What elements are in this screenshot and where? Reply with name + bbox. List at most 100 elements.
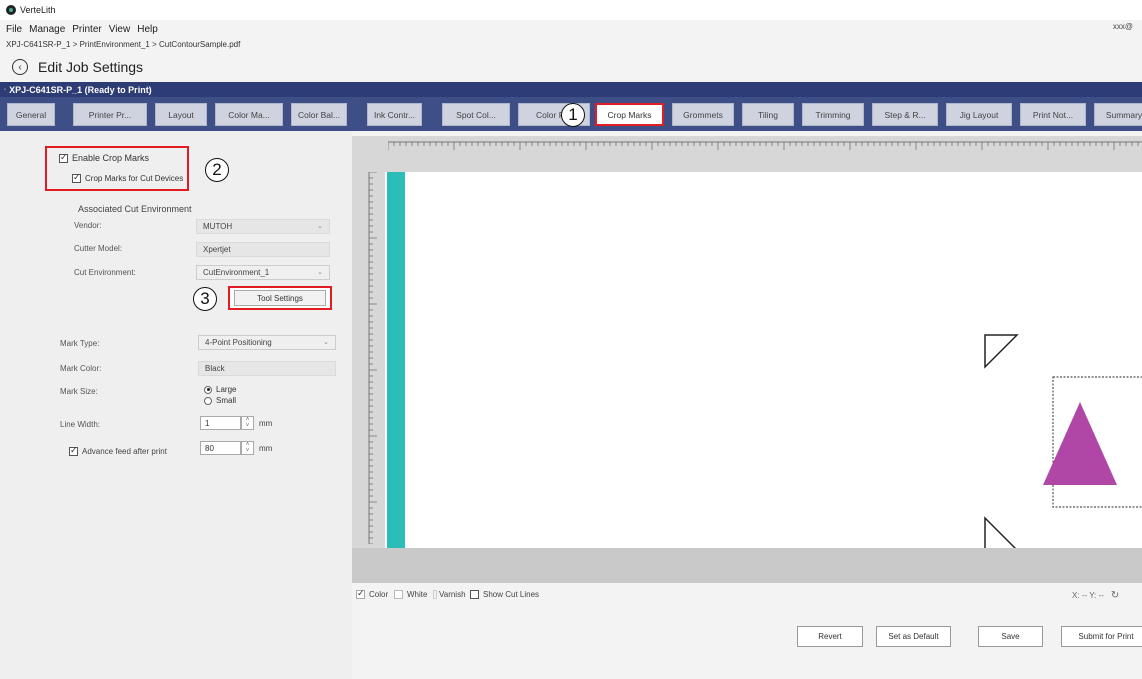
callout-2: 2 (205, 158, 229, 182)
printer-status-bar: ◦ XPJ-C641SR-P_1 (Ready to Print) (0, 82, 1142, 97)
tab-step-repeat[interactable]: Step & R... (872, 103, 938, 126)
crop-mark-bottom-left-icon (984, 516, 1019, 550)
preview-bottom-strip (352, 548, 1142, 583)
page-title: Edit Job Settings (38, 59, 144, 75)
cutter-model-field: Xpertjet (196, 242, 330, 257)
mark-type-value: 4-Point Positioning (205, 338, 272, 347)
cutter-model-label: Cutter Model: (74, 244, 123, 253)
mark-size-label: Mark Size: (60, 387, 98, 396)
tab-ink-control[interactable]: Ink Contr... (367, 103, 422, 126)
user-account[interactable]: xxx@ (1113, 22, 1133, 31)
mark-size-small-option[interactable]: Small (204, 396, 236, 405)
advance-feed-row[interactable]: Advance feed after print (69, 445, 167, 457)
chevron-left-icon: ‹ (18, 61, 22, 73)
tab-general[interactable]: General (7, 103, 55, 126)
line-width-input[interactable]: 1 (200, 416, 241, 430)
printer-status-icon: ◦ (4, 86, 7, 93)
app-logo-icon (6, 5, 16, 15)
advance-feed-input[interactable]: 80 (200, 441, 241, 455)
set-as-default-button[interactable]: Set as Default (876, 626, 951, 647)
mark-size-small-label: Small (216, 396, 237, 405)
menu-printer[interactable]: Printer (72, 24, 101, 35)
back-button[interactable]: ‹ (12, 59, 28, 75)
tab-summary[interactable]: Summary (1094, 103, 1142, 126)
menu-view[interactable]: View (109, 24, 131, 35)
vendor-label: Vendor: (74, 221, 102, 230)
vendor-value: MUTOH (203, 222, 233, 231)
advance-feed-spinner[interactable]: ˄ ˅ (241, 441, 254, 455)
mark-size-large-radio[interactable] (204, 385, 212, 394)
show-cut-lines-option[interactable]: Show Cut Lines (470, 590, 539, 599)
varnish-label: Varnish (439, 590, 466, 599)
chevron-down-icon: ⌄ (317, 269, 323, 276)
tab-trimming[interactable]: Trimming (802, 103, 864, 126)
varnish-option[interactable]: Varnish (433, 590, 466, 599)
mark-type-select[interactable]: 4-Point Positioning ⌄ (198, 335, 336, 350)
tab-print-notes[interactable]: Print Not... (1020, 103, 1086, 126)
menu-help[interactable]: Help (137, 24, 158, 35)
breadcrumb: XPJ-C641SR-P_1 > PrintEnvironment_1 > Cu… (6, 40, 241, 49)
printer-status: XPJ-C641SR-P_1 (Ready to Print) (9, 84, 152, 95)
advance-feed-checkbox[interactable] (69, 445, 78, 457)
varnish-checkbox[interactable] (433, 590, 437, 599)
cut-environment-label: Cut Environment: (74, 268, 136, 277)
advance-feed-unit: mm (259, 444, 273, 453)
tab-crop-marks[interactable]: Crop Marks (595, 103, 664, 126)
tab-grommets[interactable]: Grommets (672, 103, 734, 126)
cut-environment-select[interactable]: CutEnvironment_1 ⌄ (196, 265, 330, 280)
callout-1: 1 (561, 103, 585, 127)
white-checkbox[interactable] (394, 590, 403, 599)
vertical-ruler (368, 172, 377, 544)
crop-mark-top-left-icon (984, 334, 1019, 369)
mark-size-large-label: Large (216, 385, 237, 394)
coordinates-readout: X: -- Y: -- ↻ (1072, 590, 1119, 601)
mark-size-large-option[interactable]: Large (204, 385, 236, 394)
menu-manage[interactable]: Manage (29, 24, 65, 35)
menu-bar: File Manage Printer View Help xxx@ (0, 22, 1142, 36)
tab-jig-layout[interactable]: Jig Layout (946, 103, 1012, 126)
tab-color-management[interactable]: Color Ma... (215, 103, 283, 126)
color-label: Color (369, 590, 389, 599)
enable-crop-marks-row[interactable]: Enable Crop Marks (59, 152, 150, 164)
chevron-down-icon: ⌄ (323, 339, 329, 346)
save-button[interactable]: Save (978, 626, 1043, 647)
white-label: White (407, 590, 428, 599)
crop-marks-cut-devices-checkbox[interactable] (72, 172, 81, 184)
white-option[interactable]: White (394, 590, 427, 599)
crop-marks-cut-devices-label: Crop Marks for Cut Devices (85, 174, 184, 183)
color-checkbox[interactable] (356, 588, 365, 599)
enable-crop-marks-checkbox[interactable] (59, 152, 68, 164)
cut-environment-value: CutEnvironment_1 (203, 268, 270, 277)
vendor-select: MUTOH ⌄ (196, 219, 330, 234)
advance-feed-label: Advance feed after print (82, 447, 167, 456)
page-header: ‹ Edit Job Settings (12, 56, 143, 78)
triangle-artwork (1043, 402, 1117, 485)
revert-button[interactable]: Revert (797, 626, 863, 647)
tool-settings-button[interactable]: Tool Settings (234, 290, 326, 306)
mark-size-small-radio[interactable] (204, 396, 212, 405)
tab-color-balance[interactable]: Color Bal... (291, 103, 347, 126)
chevron-down-icon: ⌄ (317, 223, 323, 230)
mark-color-label: Mark Color: (60, 364, 102, 373)
menu-file[interactable]: File (6, 24, 22, 35)
title-bar: VerteLith (0, 0, 1142, 20)
app-title: VerteLith (20, 5, 56, 15)
callout-3: 3 (193, 287, 217, 311)
tab-layout[interactable]: Layout (155, 103, 207, 126)
color-option[interactable]: Color (356, 588, 389, 599)
preview-options-bar: Color White Varnish Show Cut Lines X: --… (352, 583, 1142, 606)
mark-type-label: Mark Type: (60, 339, 100, 348)
tab-tiling[interactable]: Tiling (742, 103, 794, 126)
submit-for-print-button[interactable]: Submit for Print (1061, 626, 1142, 647)
associated-cut-environment-heading: Associated Cut Environment (78, 204, 192, 214)
show-cut-lines-label: Show Cut Lines (483, 590, 540, 599)
enable-crop-marks-label: Enable Crop Marks (72, 153, 150, 163)
tab-spot-color[interactable]: Spot Col... (442, 103, 510, 126)
horizontal-ruler (388, 141, 1142, 150)
tab-printer-properties[interactable]: Printer Pr... (73, 103, 147, 126)
mark-color-field: Black (198, 361, 336, 376)
line-width-spinner[interactable]: ˄ ˅ (241, 416, 254, 430)
refresh-icon[interactable]: ↻ (1111, 590, 1119, 601)
show-cut-lines-checkbox[interactable] (470, 590, 479, 599)
crop-marks-cut-devices-row[interactable]: Crop Marks for Cut Devices (72, 172, 184, 184)
